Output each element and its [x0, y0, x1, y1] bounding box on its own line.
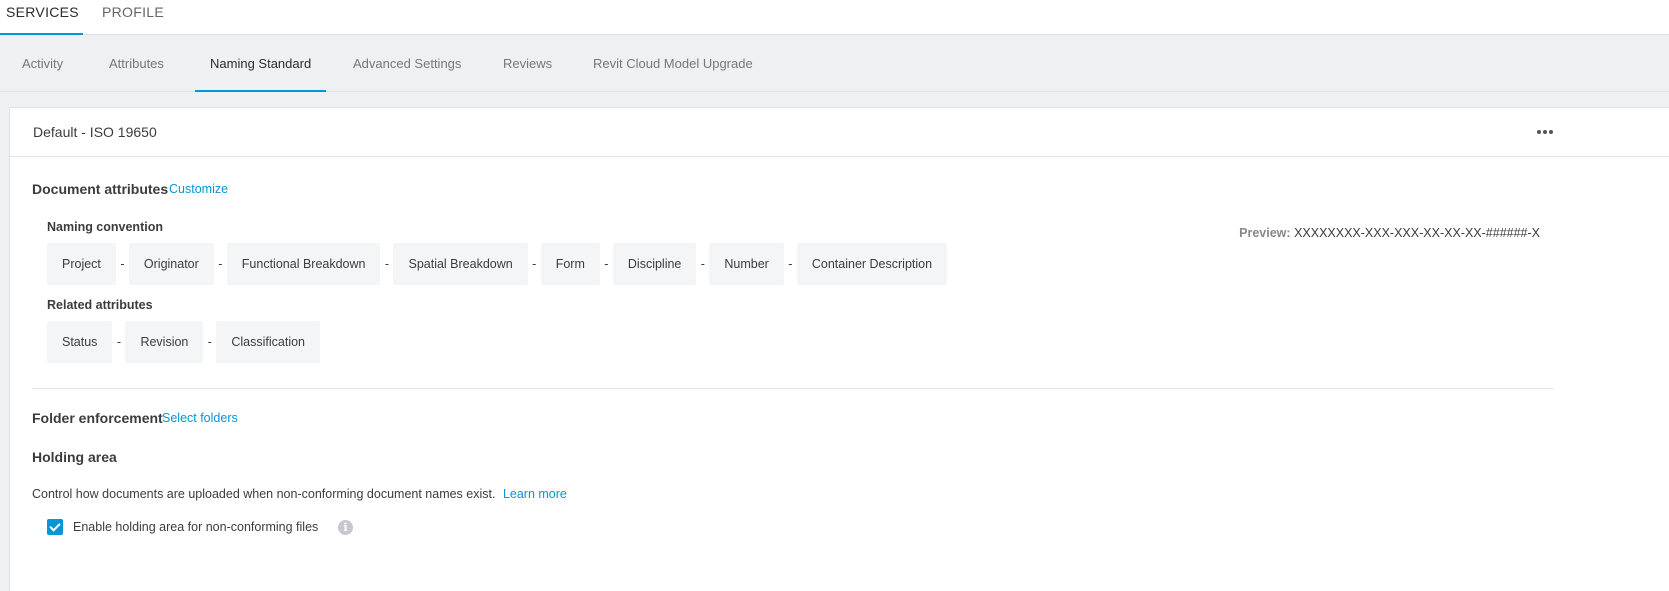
related-attributes-label: Related attributes: [47, 298, 153, 312]
naming-standard-title: Default - ISO 19650: [33, 124, 157, 140]
tab-revit-cloud-model-upgrade[interactable]: Revit Cloud Model Upgrade: [593, 35, 753, 92]
info-icon[interactable]: i: [338, 520, 353, 535]
top-tab-bar: SERVICES PROFILE: [0, 0, 1669, 35]
tab-activity[interactable]: Activity: [22, 35, 63, 92]
attribute-chip-discipline[interactable]: Discipline: [612, 243, 697, 285]
tab-services[interactable]: SERVICES: [0, 0, 83, 35]
preview-value: XXXXXXXX-XXX-XXX-XX-XX-XX-######-X: [1294, 226, 1540, 240]
tab-attributes[interactable]: Attributes: [109, 35, 164, 92]
separator: -: [116, 335, 122, 349]
tab-profile[interactable]: PROFILE: [102, 0, 164, 35]
attribute-chip-originator[interactable]: Originator: [128, 243, 214, 285]
naming-preview: Preview: XXXXXXXX-XXX-XXX-XX-XX-XX-#####…: [1239, 226, 1540, 240]
attribute-chip-form[interactable]: Form: [540, 243, 600, 285]
customize-link[interactable]: Customize: [169, 182, 228, 196]
separator: -: [207, 335, 212, 349]
naming-convention-label: Naming convention: [47, 220, 163, 234]
separator: -: [604, 257, 609, 271]
related-attributes-chips: Status - Revision - Classification: [47, 321, 321, 363]
preview-label: Preview:: [1239, 226, 1291, 240]
attribute-chip-functional-breakdown[interactable]: Functional Breakdown: [226, 243, 381, 285]
attribute-chip-classification[interactable]: Classification: [216, 321, 321, 363]
tab-reviews[interactable]: Reviews: [503, 35, 552, 92]
separator: -: [532, 257, 537, 271]
section-divider: [32, 388, 1554, 389]
holding-area-heading: Holding area: [32, 449, 117, 465]
attribute-chip-spatial-breakdown[interactable]: Spatial Breakdown: [393, 243, 528, 285]
separator: -: [218, 257, 223, 271]
folder-enforcement-heading: Folder enforcement: [32, 410, 163, 426]
holding-area-checkbox-label[interactable]: Enable holding area for non-conforming f…: [73, 520, 318, 534]
holding-area-description: Control how documents are uploaded when …: [32, 487, 567, 501]
holding-area-checkbox[interactable]: [47, 519, 63, 535]
holding-area-description-text: Control how documents are uploaded when …: [32, 487, 496, 501]
tab-naming-standard[interactable]: Naming Standard: [194, 35, 327, 92]
separator: -: [788, 257, 793, 271]
learn-more-link[interactable]: Learn more: [503, 487, 567, 501]
naming-convention-chips: Project - Originator - Functional Breakd…: [47, 243, 948, 285]
attribute-chip-status[interactable]: Status: [47, 321, 113, 363]
attribute-chip-revision[interactable]: Revision: [125, 321, 204, 363]
select-folders-link[interactable]: Select folders: [162, 411, 238, 425]
separator: -: [700, 257, 705, 271]
card-header: Default - ISO 19650: [10, 108, 1669, 157]
document-attributes-heading: Document attributes: [32, 181, 169, 197]
more-horizontal-icon[interactable]: [1537, 130, 1553, 134]
sub-tab-bar: Activity Attributes Naming Standard Adva…: [0, 35, 1669, 92]
separator: -: [120, 257, 125, 271]
attribute-chip-container-description[interactable]: Container Description: [796, 243, 948, 285]
separator: -: [384, 257, 390, 271]
tab-advanced-settings[interactable]: Advanced Settings: [353, 35, 461, 92]
attribute-chip-number[interactable]: Number: [709, 243, 784, 285]
attribute-chip-project[interactable]: Project: [47, 243, 116, 285]
